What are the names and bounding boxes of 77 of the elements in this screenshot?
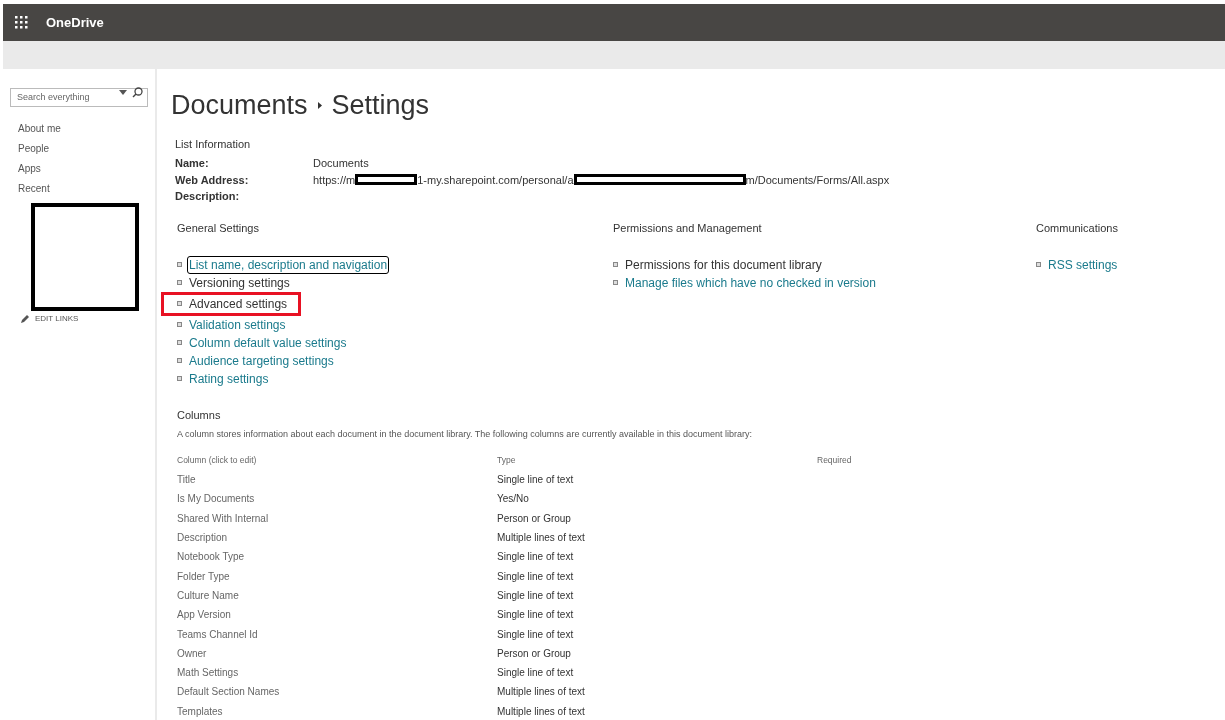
column-link[interactable]: Description <box>177 530 497 546</box>
column-link[interactable]: Title <box>177 472 497 488</box>
search-icon[interactable] <box>132 87 143 98</box>
section-heading: List Information <box>175 137 252 151</box>
sidebar-link[interactable]: People <box>18 141 148 156</box>
page-title: Settings <box>331 91 430 119</box>
column-header: Required <box>817 454 853 467</box>
settings-link[interactable]: RSS settings <box>1047 256 1119 273</box>
column-link[interactable]: Templates <box>177 703 497 719</box>
bullet-icon <box>613 262 618 267</box>
table-cell-text: Single line of text <box>497 627 575 642</box>
sidebar-link[interactable]: About me <box>18 121 148 136</box>
dropdown-icon[interactable] <box>119 90 127 95</box>
bullet-icon <box>177 280 182 285</box>
sidebar-link[interactable]: Apps <box>18 161 148 176</box>
table-cell-text: Single line of text <box>497 666 575 681</box>
column-link[interactable]: Default Section Names <box>177 684 497 700</box>
bullet-icon <box>177 358 182 363</box>
table-cell-text: Yes/No <box>497 492 530 507</box>
redaction-bar <box>355 174 418 186</box>
section-heading: Communications <box>1036 220 1119 235</box>
field-label: Description: <box>175 189 241 204</box>
field-value: Documents <box>313 156 369 171</box>
section-heading: Columns <box>177 407 222 422</box>
table-cell-text: Person or Group <box>497 511 572 526</box>
sidebar-link[interactable]: Recent <box>18 181 148 196</box>
settings-link[interactable]: List name, description and navigation <box>188 256 389 273</box>
bullet-icon <box>177 262 182 267</box>
edit-links-link[interactable]: EDIT LINKS <box>35 313 79 325</box>
column-link[interactable]: Owner <box>177 645 497 661</box>
search-field[interactable]: Search everything <box>10 87 148 107</box>
settings-link[interactable]: Advanced settings <box>188 295 289 312</box>
table-cell-text: Single line of text <box>497 550 575 565</box>
settings-link[interactable]: Manage files which have no checked in version <box>624 274 877 291</box>
bullet-icon <box>177 322 182 327</box>
settings-link[interactable]: Rating settings <box>188 370 270 387</box>
app-title: OneDrive <box>46 13 104 32</box>
pencil-icon[interactable] <box>20 314 30 324</box>
section-description: A column stores information about each document in the document library. The following columns are currently available in this document library: <box>177 427 753 441</box>
column-link[interactable]: Culture Name <box>177 587 497 603</box>
column-link[interactable]: Shared With Internal <box>177 510 497 526</box>
column-header: Type <box>497 454 517 467</box>
bullet-icon <box>177 301 182 306</box>
settings-link[interactable]: Versioning settings <box>188 274 291 291</box>
table-cell-text: Person or Group <box>497 646 572 661</box>
page-title[interactable]: Documents <box>171 91 308 119</box>
column-link[interactable]: Is My Documents <box>177 491 497 507</box>
bullet-icon <box>1036 262 1041 267</box>
app-launcher-icon[interactable] <box>15 16 28 29</box>
table-cell-text: Multiple lines of text <box>497 685 586 700</box>
column-link[interactable]: Math Settings <box>177 665 497 681</box>
settings-link[interactable]: Validation settings <box>188 316 287 333</box>
table-cell-text: Multiple lines of text <box>497 531 586 546</box>
column-link[interactable]: Folder Type <box>177 568 497 584</box>
bullet-icon <box>613 280 618 285</box>
column-link[interactable]: App Version <box>177 607 497 623</box>
field-value: m/Documents/Forms/All.aspx <box>745 172 890 188</box>
table-cell-text: Single line of text <box>497 569 575 584</box>
column-link[interactable]: Notebook Type <box>177 549 497 565</box>
column-header: Column (click to edit) <box>177 454 258 467</box>
settings-link[interactable]: Permissions for this document library <box>624 256 823 273</box>
bullet-icon <box>177 376 182 381</box>
section-heading: General Settings <box>177 220 260 235</box>
field-value: 1-my.sharepoint.com/personal/a <box>417 172 574 188</box>
settings-link[interactable]: Column default value settings <box>188 334 348 351</box>
section-heading: Permissions and Management <box>613 220 763 235</box>
table-cell-text: Single line of text <box>497 473 575 488</box>
settings-link[interactable]: Audience targeting settings <box>188 352 335 369</box>
column-link[interactable]: Teams Channel Id <box>177 626 497 642</box>
breadcrumb-arrow-icon <box>317 101 322 109</box>
field-label: Web Address: <box>175 172 250 188</box>
bullet-icon <box>177 340 182 345</box>
field-label: Name: <box>175 156 210 171</box>
table-cell-text: Single line of text <box>497 608 575 623</box>
table-cell-text: Multiple lines of text <box>497 704 586 719</box>
table-cell-text: Single line of text <box>497 588 575 603</box>
field-value: https://m <box>313 172 356 188</box>
